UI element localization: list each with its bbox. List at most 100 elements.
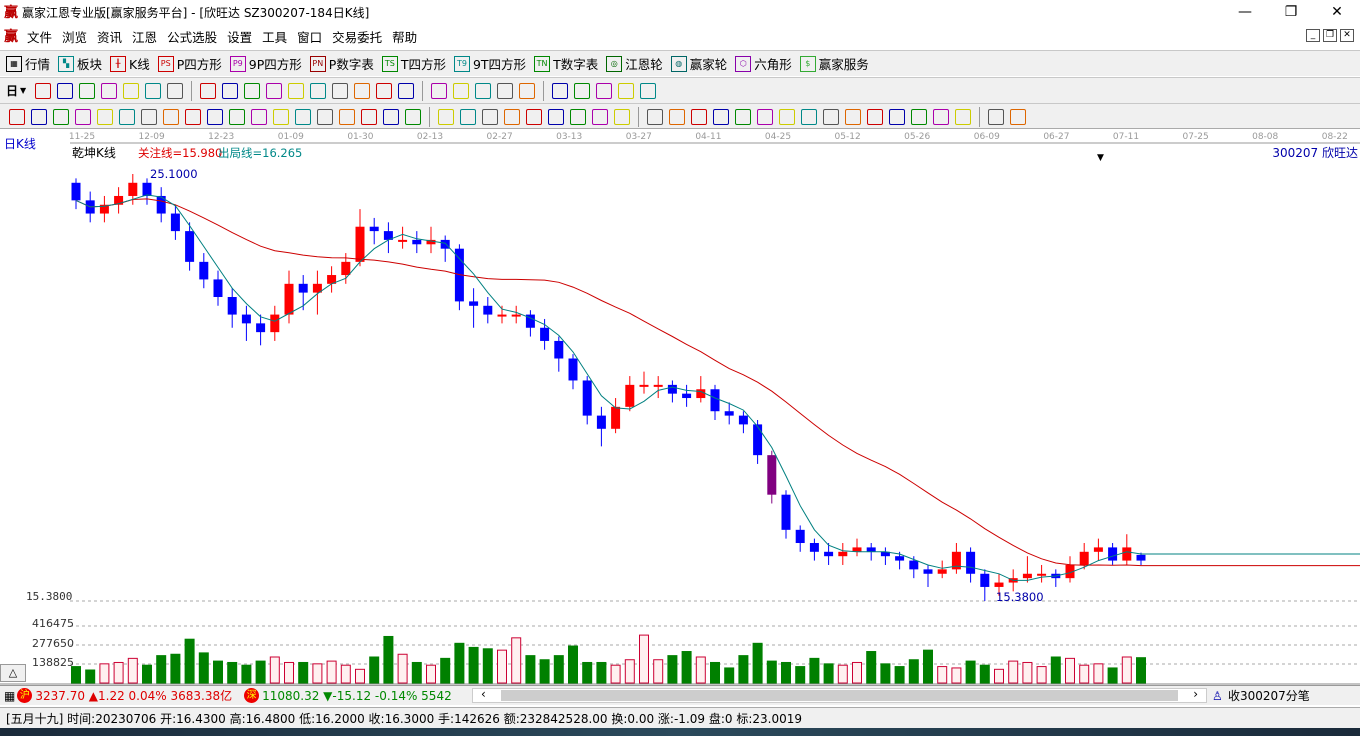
mdi-restore-button[interactable]: ❐ — [1323, 29, 1337, 42]
percent-red-icon[interactable] — [669, 108, 685, 125]
sh-index[interactable]: 3237.70 ▲1.22 0.04% 3683.38亿 — [35, 687, 232, 704]
toolbar-button[interactable]: T9 9T四方形 — [453, 54, 526, 73]
toolbar-button[interactable]: P9 9P四方形 — [229, 54, 302, 73]
menu-item[interactable]: 浏览 — [57, 27, 92, 46]
menu-item[interactable]: 设置 — [222, 27, 257, 46]
rocket-icon[interactable] — [779, 108, 795, 125]
toolbar-button[interactable]: $ 赢家服务 — [799, 54, 869, 73]
period-select[interactable]: 日 — [6, 82, 18, 99]
mdi-close-button[interactable]: ✕ — [1340, 29, 1354, 42]
ying-icon[interactable] — [361, 108, 377, 125]
expand-icon[interactable] — [332, 82, 349, 99]
gold-lines-icon[interactable] — [757, 108, 773, 125]
shen-angle-icon[interactable] — [911, 108, 927, 125]
first-icon[interactable] — [200, 82, 217, 99]
angle-fan-icon[interactable] — [526, 108, 542, 125]
last-icon[interactable] — [222, 82, 239, 99]
circle-icon[interactable] — [163, 108, 179, 125]
close-button[interactable]: ✕ — [1314, 0, 1360, 24]
report-icon[interactable] — [596, 82, 613, 99]
prev-icon[interactable] — [244, 82, 261, 99]
menu-item[interactable]: 资讯 — [92, 27, 127, 46]
fib-angle-icon[interactable] — [889, 108, 905, 125]
toolbar-button[interactable]: TS T四方形 — [381, 54, 446, 73]
f-line-icon[interactable] — [97, 108, 113, 125]
radar-icon[interactable] — [273, 108, 289, 125]
scroll-left-button[interactable]: ‹ — [481, 687, 486, 701]
chevron-down-icon[interactable]: ▼ — [20, 86, 26, 95]
gold-box-icon[interactable] — [823, 108, 839, 125]
toolbar-button[interactable]: PS P四方形 — [157, 54, 222, 73]
toolbar-button[interactable]: ╫ K线 — [110, 54, 150, 73]
hand-icon[interactable] — [431, 82, 448, 99]
grid-lines-icon[interactable] — [185, 108, 201, 125]
pen-icon[interactable] — [9, 108, 25, 125]
ying-angle-icon[interactable] — [933, 108, 949, 125]
compress-icon[interactable] — [376, 82, 393, 99]
gold2-icon[interactable] — [75, 108, 91, 125]
menu-item[interactable]: 文件 — [22, 27, 57, 46]
gold-icon[interactable] — [53, 108, 69, 125]
crosshair-icon[interactable] — [453, 82, 470, 99]
menu-item[interactable]: 帮助 — [387, 27, 422, 46]
n2-icon[interactable] — [207, 108, 223, 125]
four-angle-icon[interactable] — [955, 108, 971, 125]
notes-icon[interactable] — [57, 82, 74, 99]
cycle-icon[interactable] — [519, 82, 536, 99]
wave-icon[interactable] — [801, 108, 817, 125]
toolbar-button[interactable]: ⬡ 六角形 — [735, 54, 792, 73]
diag-icon[interactable] — [614, 108, 630, 125]
chart-9-icon[interactable] — [101, 82, 118, 99]
tick-detail-label[interactable]: 收300207分笔 — [1228, 687, 1310, 704]
table-icon[interactable]: ▦ — [4, 689, 15, 703]
box-icon[interactable] — [438, 108, 454, 125]
list-icon[interactable] — [647, 108, 663, 125]
spiral-icon[interactable] — [119, 108, 135, 125]
target-icon[interactable] — [251, 108, 267, 125]
sz-index[interactable]: 11080.32 ▼-15.12 -0.14% 5542.38 — [262, 689, 452, 703]
toolbar-button[interactable]: ▚ 板块 — [58, 54, 102, 73]
shrink-icon[interactable] — [354, 82, 371, 99]
fit-icon[interactable] — [398, 82, 415, 99]
collapse-button[interactable]: △ — [0, 664, 26, 682]
toolbar-button[interactable]: ▦ 行情 — [6, 54, 50, 73]
percent-icon[interactable] — [691, 108, 707, 125]
save-icon[interactable] — [618, 82, 635, 99]
grid2-icon[interactable] — [592, 108, 608, 125]
fan-lines-icon[interactable] — [460, 108, 476, 125]
j-angle-icon[interactable] — [845, 108, 861, 125]
square-fan-icon[interactable] — [504, 108, 520, 125]
infinity-icon[interactable] — [1010, 108, 1026, 125]
arc-icon[interactable] — [482, 108, 498, 125]
angle-icon[interactable] — [229, 108, 245, 125]
draw-line-icon[interactable] — [475, 82, 492, 99]
toolbar-button[interactable]: PN P数字表 — [309, 54, 374, 73]
gold-circle-icon[interactable] — [735, 108, 751, 125]
menu-item[interactable]: 江恩 — [127, 27, 162, 46]
candle-icon[interactable] — [123, 82, 140, 99]
pattern-icon[interactable] — [497, 82, 514, 99]
scroll-thumb[interactable] — [501, 690, 1178, 701]
brush-icon[interactable] — [141, 108, 157, 125]
zoom-left-icon[interactable] — [288, 82, 305, 99]
gann-icon[interactable] — [145, 82, 162, 99]
next-icon[interactable] — [266, 82, 283, 99]
v-icon[interactable] — [548, 108, 564, 125]
span-icon[interactable] — [405, 108, 421, 125]
toolbar-button[interactable]: TN T数字表 — [534, 54, 598, 73]
menu-item[interactable]: 工具 — [257, 27, 292, 46]
kline-mode-icon[interactable] — [35, 82, 52, 99]
f-angle-icon[interactable] — [867, 108, 883, 125]
toolbar-button[interactable]: ◍ 赢家轮 — [670, 54, 727, 73]
menu-item[interactable]: 交易委托 — [327, 27, 387, 46]
taiji-icon[interactable] — [988, 108, 1004, 125]
shen-icon[interactable] — [339, 108, 355, 125]
kline-chart[interactable]: 11-25 12-09 12-23 01-09 01-30 02-13 02-27 03-13… — [0, 128, 1360, 685]
fan-icon[interactable] — [167, 82, 184, 99]
grid-icon[interactable] — [570, 108, 586, 125]
calculator-icon[interactable] — [574, 82, 591, 99]
chart-3-icon[interactable] — [79, 82, 96, 99]
parallel-icon[interactable] — [31, 108, 47, 125]
comb-icon[interactable] — [383, 108, 399, 125]
menu-item[interactable]: 公式选股 — [162, 27, 222, 46]
